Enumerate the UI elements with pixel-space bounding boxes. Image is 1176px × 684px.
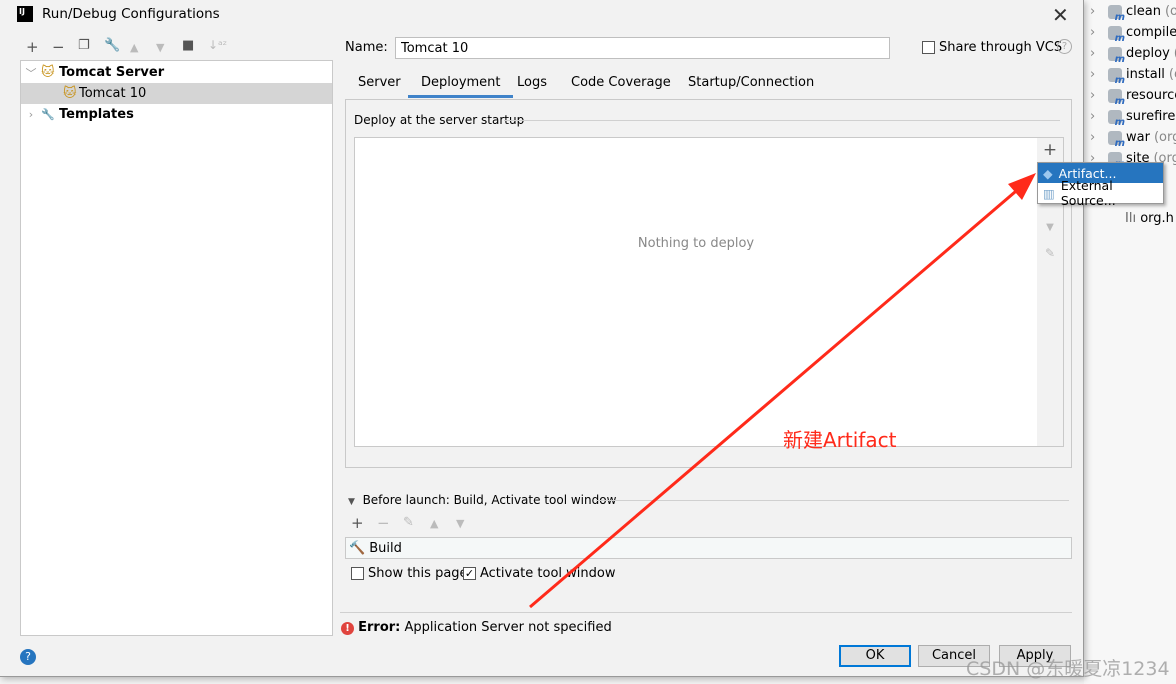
annotation-text: 新建Artifact	[783, 428, 897, 452]
annotation-arrow	[529, 173, 1036, 609]
watermark: CSDN @东暖夏凉1234	[966, 658, 1170, 680]
